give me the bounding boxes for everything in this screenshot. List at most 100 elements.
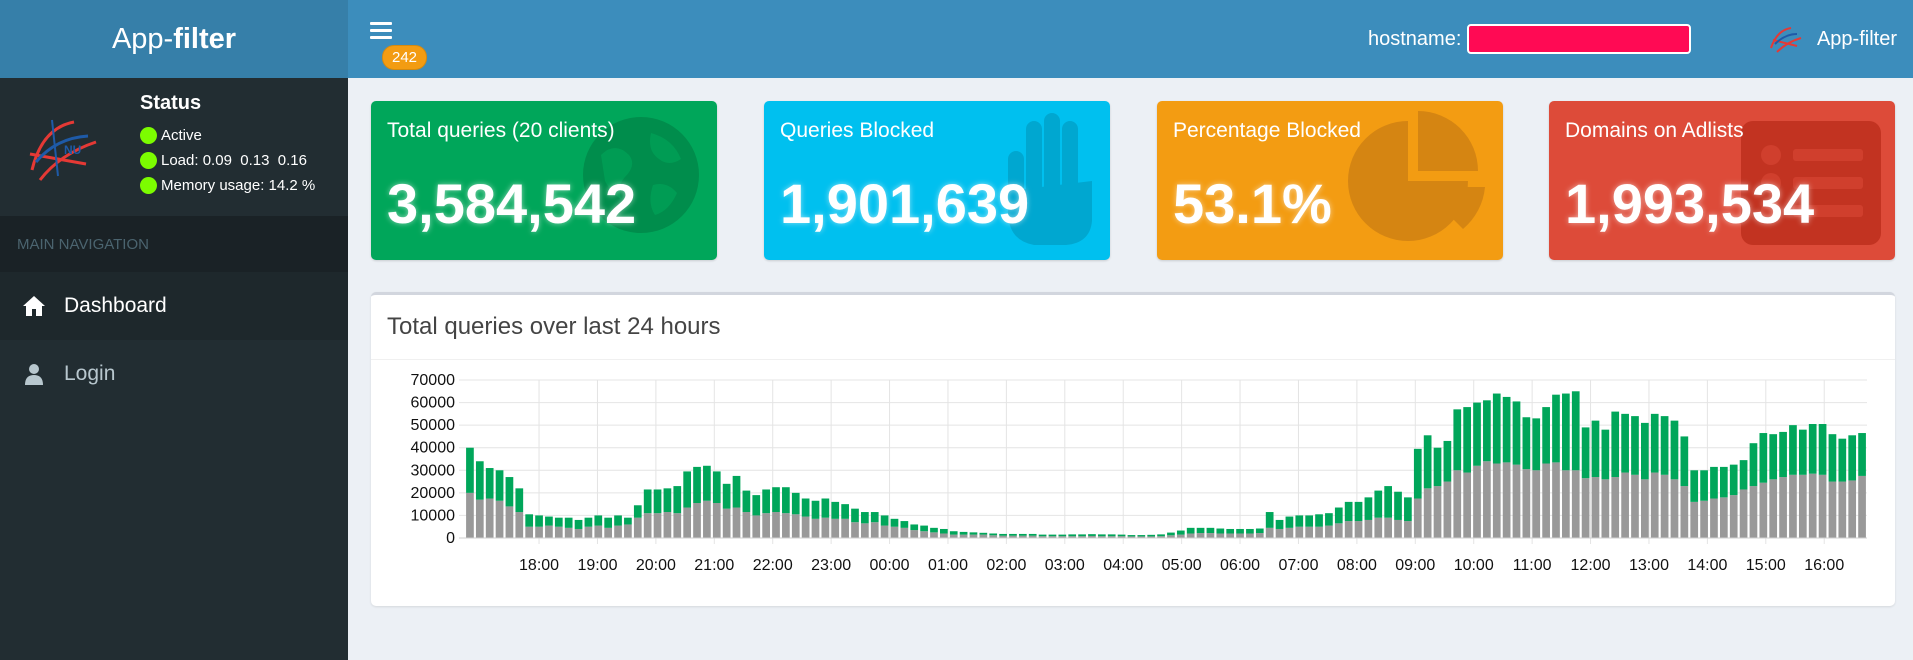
permitted-bar [920, 531, 928, 538]
blocked-bar [1157, 534, 1165, 537]
stat-value: 1,993,534 [1565, 172, 1815, 235]
x-tick-label: 12:00 [1571, 557, 1611, 574]
blocked-bar [643, 489, 652, 514]
blocked-bar [1769, 434, 1778, 480]
blocked-bar [663, 488, 672, 513]
stat-label: Domains on Adlists [1565, 119, 1744, 142]
load-label: Load: [161, 152, 199, 169]
status-active: Active [161, 127, 202, 144]
permitted-bar [653, 513, 662, 538]
permitted-bar [1571, 470, 1580, 538]
blocked-bar [505, 477, 514, 507]
permitted-bar [1344, 521, 1353, 538]
stat-label: Queries Blocked [780, 119, 935, 142]
app-logo[interactable]: App-filter [0, 0, 348, 78]
blocked-bar [940, 528, 948, 534]
load-dot-icon [140, 152, 157, 169]
x-tick-label: 08:00 [1337, 557, 1377, 574]
user-menu[interactable]: App-filter [1767, 24, 1897, 54]
permitted-bar [505, 506, 514, 538]
status-panel: NU Status Active Load: 0.09 0.13 0.16 Me… [0, 78, 348, 216]
permitted-bar [1749, 486, 1758, 538]
permitted-bar [663, 512, 672, 538]
blocked-bar [1552, 394, 1560, 463]
permitted-bar [624, 524, 632, 538]
blocked-bar [604, 517, 613, 528]
permitted-bar [1255, 533, 1264, 538]
permitted-bar [614, 525, 622, 538]
stat-value: 3,584,542 [387, 172, 637, 235]
blocked-bar [752, 495, 761, 516]
x-tick-label: 10:00 [1454, 557, 1494, 574]
menu-toggle-icon[interactable] [370, 22, 392, 40]
permitted-bar [900, 527, 909, 538]
blocked-bar [742, 490, 751, 513]
blocked-bar [989, 533, 998, 536]
x-tick-label: 13:00 [1629, 557, 1669, 574]
x-tick-label: 02:00 [986, 557, 1026, 574]
x-tick-label: 07:00 [1278, 557, 1318, 574]
permitted-bar [604, 527, 613, 538]
x-tick-label: 03:00 [1045, 557, 1085, 574]
permitted-bar [1502, 462, 1511, 538]
blocked-bar [1364, 497, 1373, 520]
sidebar: NU Status Active Load: 0.09 0.13 0.16 Me… [0, 78, 348, 660]
blocked-bar [880, 515, 889, 526]
blocked-bar [1798, 429, 1807, 475]
permitted-bar [1779, 477, 1787, 538]
blocked-bar [564, 517, 573, 528]
blocked-bar [1710, 466, 1718, 499]
sidebar-item-dashboard[interactable]: Dashboard [0, 272, 348, 340]
permitted-bar [752, 515, 761, 538]
y-tick-label: 0 [446, 530, 455, 547]
blocked-bar [979, 532, 988, 535]
permitted-bar [485, 498, 494, 538]
permitted-bar [1374, 517, 1383, 538]
permitted-bar [762, 513, 770, 538]
permitted-bar [1719, 497, 1728, 538]
permitted-bar [1601, 479, 1610, 538]
permitted-bar [1808, 473, 1817, 538]
permitted-bar [959, 534, 968, 538]
permitted-bar [969, 534, 978, 538]
chart-divider [371, 359, 1895, 360]
user-logo-icon [1770, 27, 1802, 53]
queries-chart-panel: Total queries over last 24 hours 0 10000 2… [371, 292, 1895, 606]
permitted-bar [1246, 533, 1254, 538]
permitted-bar [1769, 479, 1778, 538]
permitted-bar [811, 518, 820, 538]
blocked-bar [1680, 436, 1689, 487]
permitted-bar [722, 508, 731, 538]
memory-value: 14.2 % [268, 177, 316, 194]
x-tick-label: 16:00 [1804, 557, 1844, 574]
blocked-bar [1838, 438, 1847, 482]
blocked-bar [1028, 533, 1037, 536]
blocked-bar [1512, 401, 1521, 465]
permitted-bar [1591, 477, 1600, 538]
permitted-bar [1512, 464, 1521, 538]
sidebar-item-login[interactable]: Login [0, 340, 348, 408]
permitted-bar [1275, 528, 1284, 538]
permitted-bar [1789, 474, 1797, 538]
blocked-bar [949, 531, 958, 535]
blocked-bar [762, 489, 770, 514]
permitted-bar [584, 526, 593, 538]
blocked-bar [1147, 534, 1156, 537]
blocked-bar [1344, 501, 1353, 522]
blocked-bar [1068, 534, 1077, 537]
blocked-bar [485, 468, 494, 499]
blocked-bar [515, 488, 524, 513]
stat-label: Percentage Blocked [1173, 119, 1361, 142]
blocked-bar [1719, 466, 1728, 498]
permitted-bar [1354, 521, 1363, 538]
permitted-bar [732, 507, 741, 538]
blocked-bar [712, 471, 721, 504]
permitted-bar [1710, 498, 1718, 538]
permitted-bar [949, 534, 958, 538]
permitted-bar [633, 517, 642, 538]
permitted-bar [554, 526, 563, 538]
permitted-bar [1641, 479, 1649, 538]
x-tick-label: 20:00 [636, 557, 676, 574]
blocked-bar [1848, 435, 1857, 481]
blocked-bar [1532, 418, 1541, 471]
